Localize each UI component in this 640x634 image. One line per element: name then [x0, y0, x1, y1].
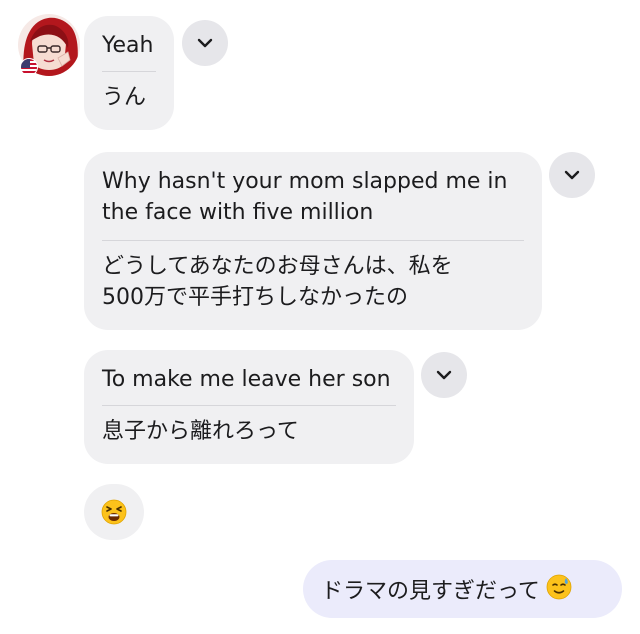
translation-divider — [102, 405, 396, 406]
message-translation-text: どうしてあなたのお母さんは、私を — [102, 254, 453, 279]
message-original-text: the face with five million — [102, 200, 374, 225]
message-translation-text: 息子から離れろって — [102, 419, 299, 444]
expand-translation-button[interactable] — [182, 20, 228, 66]
expand-translation-button[interactable] — [421, 352, 467, 398]
expand-translation-button[interactable] — [549, 152, 595, 198]
received-message[interactable]: Yeah うん — [84, 16, 174, 130]
message-original-text: Why hasn't your mom slapped me in — [102, 169, 508, 194]
emoji-message[interactable] — [84, 484, 144, 540]
tired-face-emoji-icon — [101, 499, 127, 525]
chevron-down-icon — [197, 38, 213, 48]
message-original-text: To make me leave her son — [102, 367, 391, 392]
message-translation-text: 500万で平手打ちしなかったの — [102, 285, 408, 310]
chevron-down-icon — [436, 370, 452, 380]
sent-message[interactable]: ドラマの見すぎだって — [303, 560, 622, 618]
received-message[interactable]: To make me leave her son 息子から離れろって — [84, 350, 414, 464]
message-original-text: Yeah — [102, 33, 154, 58]
translation-divider — [102, 71, 156, 72]
us-flag-icon — [20, 58, 38, 76]
sweat-smile-emoji-icon — [546, 574, 572, 604]
message-translation-text: うん — [102, 85, 147, 110]
translation-divider — [102, 240, 524, 241]
chevron-down-icon — [564, 170, 580, 180]
sent-message-text: ドラマの見すぎだって — [321, 579, 540, 604]
received-message[interactable]: Why hasn't your mom slapped me in the fa… — [84, 152, 542, 330]
